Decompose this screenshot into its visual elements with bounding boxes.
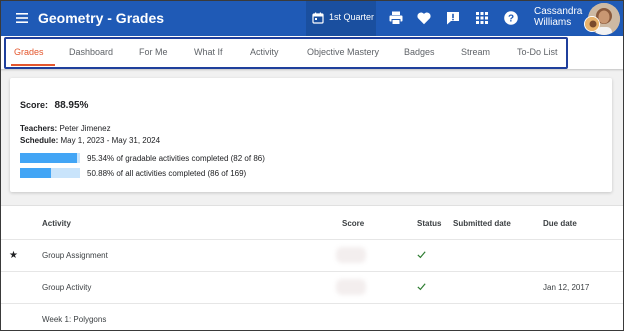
gradable-progress-fill <box>20 153 78 163</box>
grade-summary-card: Score: 88.95% Teachers: Peter Jimenez Sc… <box>10 78 612 192</box>
column-header-activity[interactable]: Activity <box>42 219 71 228</box>
score-hidden <box>336 247 366 263</box>
quarter-label: 1st Quarter <box>329 12 375 22</box>
score-hidden <box>336 279 366 295</box>
all-activities-progress-fill <box>20 168 51 178</box>
active-tab-indicator <box>11 64 55 66</box>
gradable-progress-bar <box>20 153 80 163</box>
score-row: Score: 88.95% <box>20 100 88 111</box>
print-icon[interactable] <box>388 10 404 26</box>
tab-dashboard[interactable]: Dashboard <box>69 47 113 57</box>
column-header-due-date[interactable]: Due date <box>543 219 577 228</box>
activity-name[interactable]: Group Activity <box>42 283 91 292</box>
tab-bar: Grades Dashboard For Me What If Activity… <box>0 36 624 69</box>
help-icon[interactable]: ? <box>503 10 519 26</box>
teachers-row: Teachers: Peter Jimenez <box>20 124 111 133</box>
all-activities-progress-bar <box>20 168 80 178</box>
score-label: Score: <box>20 100 49 110</box>
activity-name[interactable]: Week 1: Polygons <box>42 315 106 324</box>
all-activities-progress-text: 50.88% of all activities completed (86 o… <box>87 169 247 178</box>
activity-table: Activity Score Status Submitted date Due… <box>0 205 624 331</box>
tab-what-if[interactable]: What If <box>194 47 223 57</box>
page-title: Geometry - Grades <box>38 10 165 26</box>
table-row[interactable]: Week 1: Polygons <box>0 303 624 331</box>
table-row[interactable]: ★ Group Assignment <box>0 239 624 271</box>
schedule-row: Schedule: May 1, 2023 - May 31, 2024 <box>20 136 160 145</box>
schedule-value: May 1, 2023 - May 31, 2024 <box>60 136 161 145</box>
heart-icon[interactable] <box>416 10 432 26</box>
column-header-status[interactable]: Status <box>417 219 441 228</box>
tab-to-do-list[interactable]: To-Do List <box>517 47 558 57</box>
app-bar: Geometry - Grades 1st Quarter ? Cassandr… <box>0 0 624 36</box>
teachers-label: Teachers: <box>20 124 58 133</box>
column-header-score[interactable]: Score <box>342 219 364 228</box>
teachers-value: Peter Jimenez <box>59 124 111 133</box>
column-header-submitted-date[interactable]: Submitted date <box>453 219 511 228</box>
tab-badges[interactable]: Badges <box>404 47 435 57</box>
table-row[interactable]: Group Activity Jan 12, 2017 <box>0 271 624 303</box>
star-icon[interactable]: ★ <box>9 250 18 261</box>
check-icon <box>417 283 426 291</box>
schedule-label: Schedule: <box>20 136 59 145</box>
tab-activity[interactable]: Activity <box>250 47 279 57</box>
secondary-avatar <box>584 16 600 32</box>
apps-icon[interactable] <box>474 10 490 26</box>
tab-stream[interactable]: Stream <box>461 47 490 57</box>
svg-text:?: ? <box>508 14 514 25</box>
activity-name[interactable]: Group Assignment <box>42 251 108 260</box>
tab-objective-mastery[interactable]: Objective Mastery <box>307 47 379 57</box>
alert-icon[interactable] <box>445 10 461 26</box>
tab-grades[interactable]: Grades <box>14 47 44 57</box>
calendar-icon <box>312 12 324 24</box>
score-value: 88.95% <box>54 100 89 111</box>
gradable-progress-text: 95.34% of gradable activities completed … <box>87 154 265 163</box>
quarter-selector[interactable]: 1st Quarter <box>306 0 376 36</box>
check-icon <box>417 251 426 259</box>
menu-icon[interactable] <box>14 10 30 26</box>
due-date: Jan 12, 2017 <box>543 283 590 292</box>
tab-for-me[interactable]: For Me <box>139 47 168 57</box>
